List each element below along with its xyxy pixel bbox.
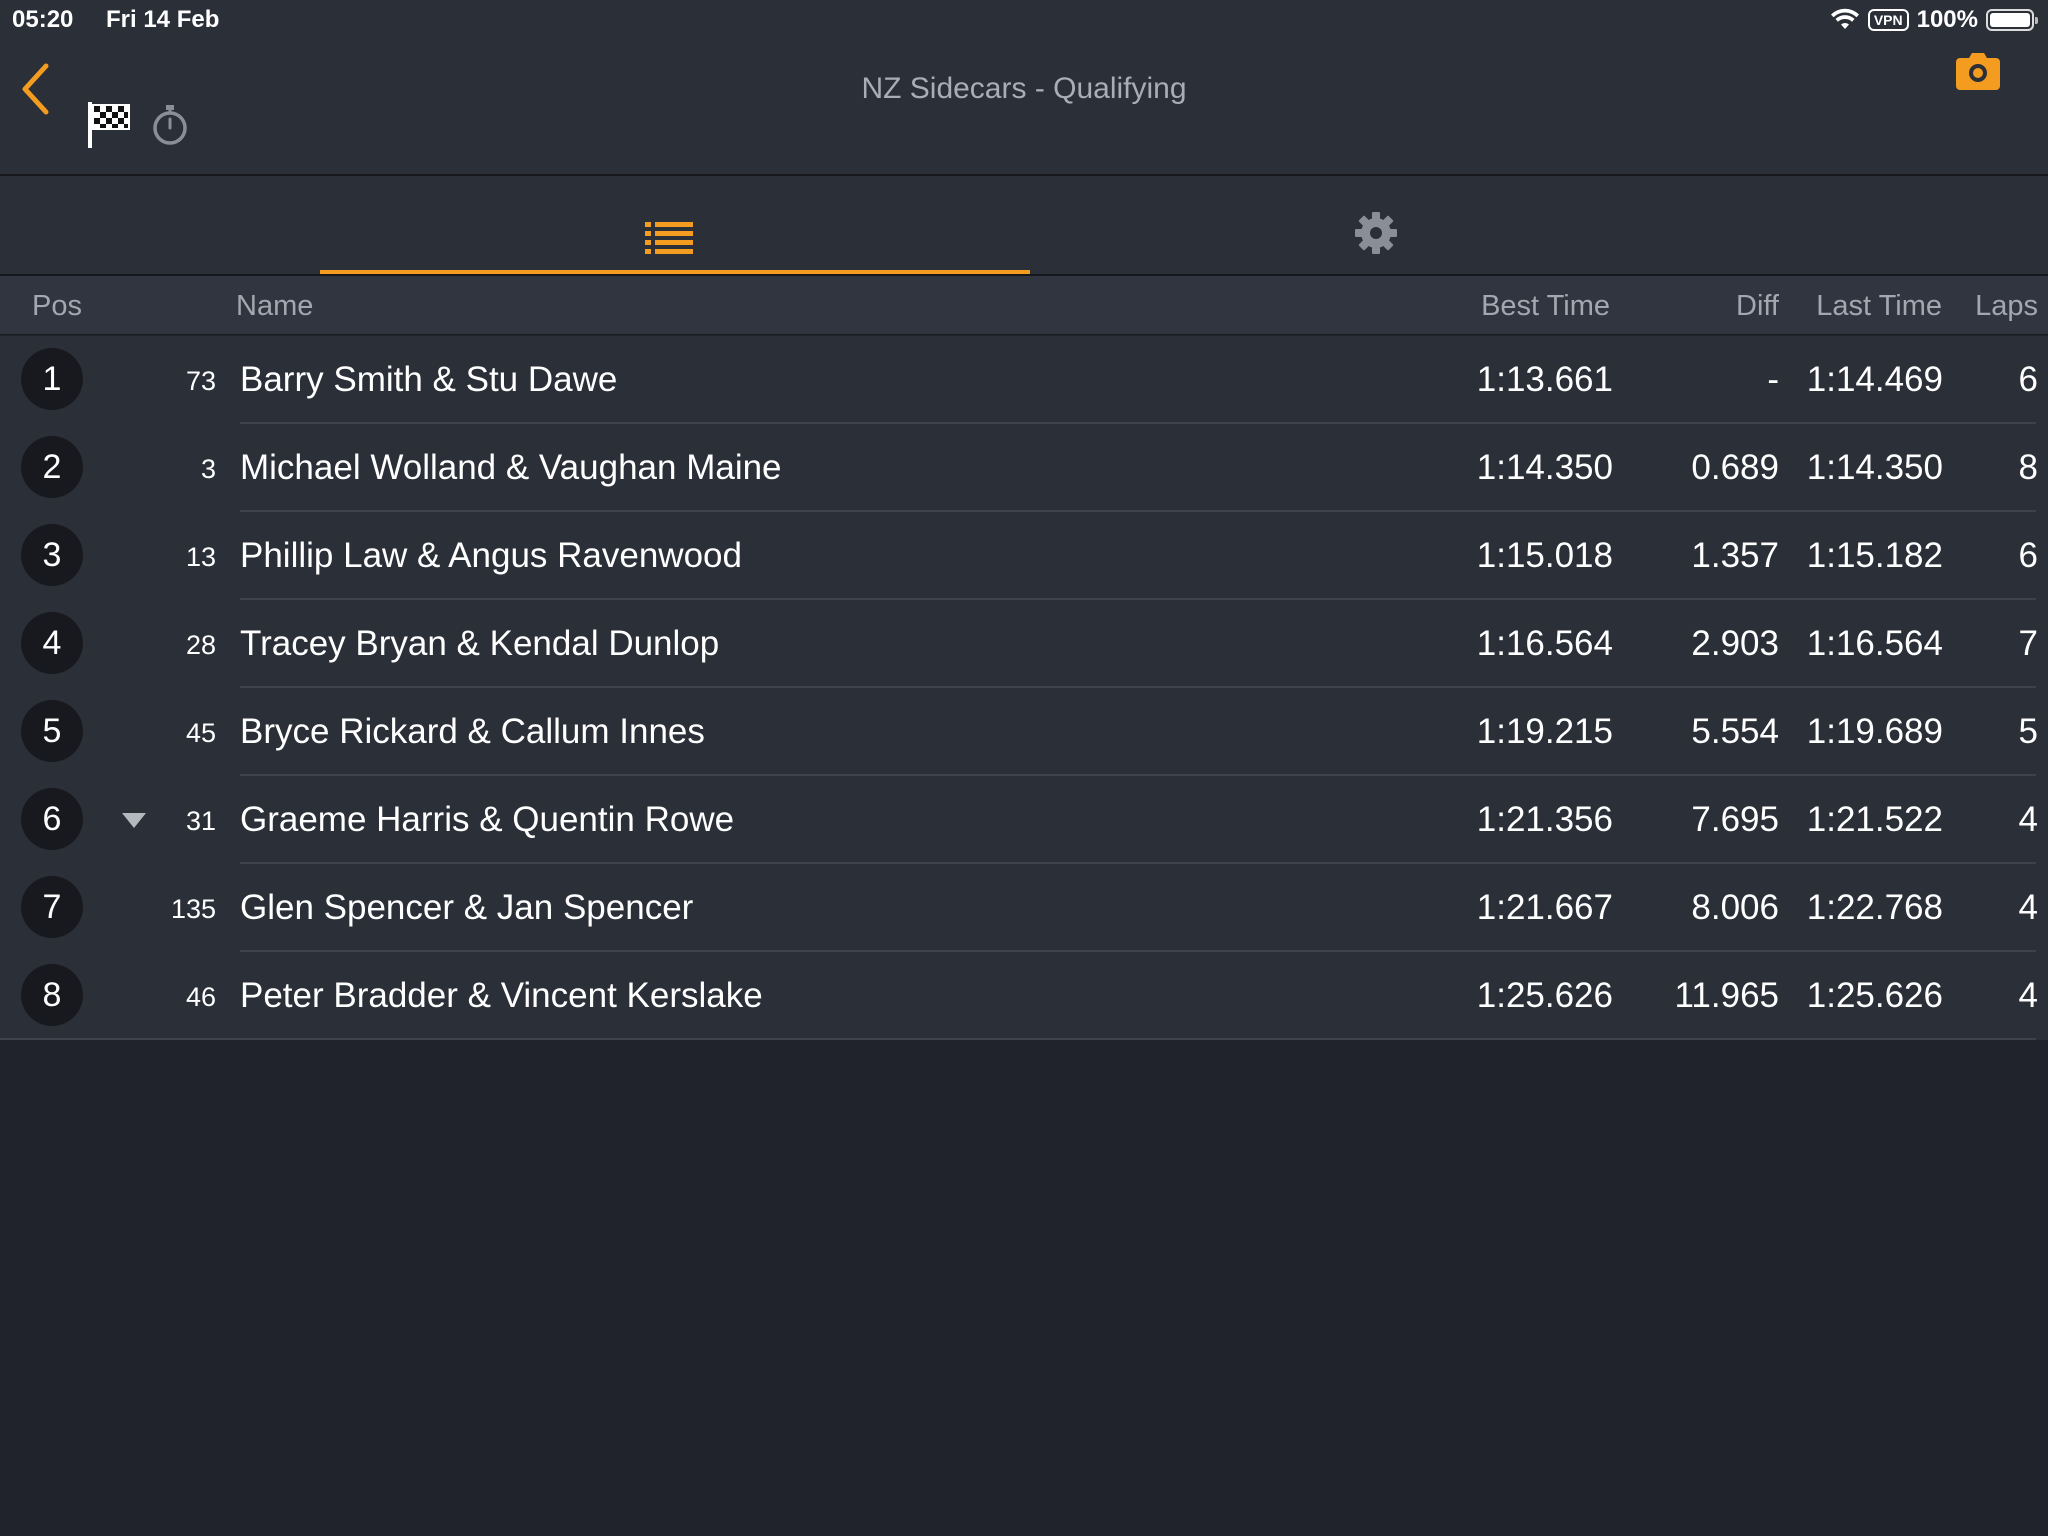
position-badge: 5	[21, 700, 83, 762]
table-header: Pos Name Best Time Diff Last Time Laps	[0, 276, 2048, 335]
stopwatch-icon	[153, 105, 187, 145]
diff: -	[1767, 360, 1779, 399]
driver-name: Tracey Bryan & Kendal Dunlop	[240, 624, 720, 663]
position-down-icon	[122, 813, 146, 828]
driver-name: Michael Wolland & Vaughan Maine	[240, 448, 782, 487]
header-last-time[interactable]: Last Time	[1816, 290, 1942, 323]
laps: 4	[2018, 888, 2038, 927]
driver-name: Graeme Harris & Quentin Rowe	[240, 800, 735, 839]
status-bar: 05:20 Fri 14 Feb VPN 100%	[0, 0, 2048, 40]
position-badge: 2	[21, 436, 83, 498]
diff: 5.554	[1691, 712, 1779, 751]
nav-bar: NZ Sidecars - Qualifying	[0, 40, 2048, 176]
best-time: 1:14.350	[1476, 448, 1613, 487]
battery-percent: 100%	[1916, 6, 1978, 33]
car-number: 73	[185, 366, 216, 396]
position-badge: 3	[21, 524, 83, 586]
best-time: 1:21.356	[1476, 800, 1613, 839]
car-number: 45	[185, 718, 216, 748]
laps: 5	[2018, 712, 2038, 751]
header-diff[interactable]: Diff	[1736, 290, 1779, 323]
gear-icon	[1355, 212, 1397, 254]
row-divider	[0, 1038, 2036, 1040]
best-time: 1:19.215	[1476, 712, 1613, 751]
status-indicators: VPN 100%	[1830, 4, 2038, 36]
tab-settings[interactable]	[1030, 176, 1730, 274]
last-time: 1:14.469	[1806, 360, 1943, 399]
driver-name: Barry Smith & Stu Dawe	[240, 360, 618, 399]
active-tab-indicator	[320, 270, 1030, 274]
table-row[interactable]: 1 73 Barry Smith & Stu Dawe 1:13.661 - 1…	[0, 336, 2048, 424]
camera-button[interactable]	[1954, 50, 2002, 97]
driver-name: Peter Bradder & Vincent Kerslake	[240, 976, 763, 1015]
checkered-flag-icon	[88, 102, 130, 148]
best-time: 1:21.667	[1476, 888, 1613, 927]
car-number: 28	[185, 630, 216, 660]
diff: 2.903	[1691, 624, 1779, 663]
header-best-time[interactable]: Best Time	[1481, 290, 1610, 323]
laps: 6	[2018, 536, 2038, 575]
battery-fill	[1990, 13, 2030, 27]
header-laps[interactable]: Laps	[1975, 290, 2038, 323]
last-time: 1:21.522	[1806, 800, 1943, 839]
car-number: 135	[170, 894, 216, 924]
driver-name: Bryce Rickard & Callum Innes	[240, 712, 705, 751]
status-time: 05:20	[12, 6, 74, 33]
best-time: 1:13.661	[1476, 360, 1613, 399]
header-name[interactable]: Name	[236, 290, 313, 323]
last-time: 1:15.182	[1806, 536, 1943, 575]
list-icon	[645, 222, 693, 254]
position-badge: 1	[21, 348, 83, 410]
car-number: 46	[185, 982, 216, 1012]
table-row[interactable]: 5 45 Bryce Rickard & Callum Innes 1:19.2…	[0, 688, 2048, 776]
wifi-icon	[1830, 8, 1859, 29]
car-number: 31	[185, 806, 216, 836]
camera-icon	[1956, 53, 2000, 90]
header-pos[interactable]: Pos	[32, 290, 82, 323]
position-badge: 8	[21, 964, 83, 1026]
last-time: 1:14.350	[1806, 448, 1943, 487]
best-time: 1:16.564	[1476, 624, 1613, 663]
best-time: 1:15.018	[1476, 536, 1613, 575]
last-time: 1:22.768	[1806, 888, 1943, 927]
page-title: NZ Sidecars - Qualifying	[861, 72, 1187, 105]
driver-name: Phillip Law & Angus Ravenwood	[240, 536, 742, 575]
table-row[interactable]: 2 3 Michael Wolland & Vaughan Maine 1:14…	[0, 424, 2048, 512]
car-number: 13	[185, 542, 216, 572]
table-row[interactable]: 4 28 Tracey Bryan & Kendal Dunlop 1:16.5…	[0, 600, 2048, 688]
battery-icon	[1986, 9, 2038, 31]
diff: 0.689	[1691, 448, 1779, 487]
table-row[interactable]: 7 135 Glen Spencer & Jan Spencer 1:21.66…	[0, 864, 2048, 952]
tab-list[interactable]	[320, 176, 1030, 274]
best-time: 1:25.626	[1476, 976, 1613, 1015]
last-time: 1:16.564	[1806, 624, 1943, 663]
laps: 7	[2018, 624, 2038, 663]
diff: 7.695	[1691, 800, 1779, 839]
table-row[interactable]: 3 13 Phillip Law & Angus Ravenwood 1:15.…	[0, 512, 2048, 600]
last-time: 1:25.626	[1806, 976, 1943, 1015]
car-number: 3	[200, 454, 216, 484]
position-badge: 7	[21, 876, 83, 938]
status-date: Fri 14 Feb	[106, 6, 220, 33]
table-row[interactable]: 8 46 Peter Bradder & Vincent Kerslake 1:…	[0, 952, 2048, 1040]
laps: 8	[2018, 448, 2038, 487]
laps: 4	[2018, 976, 2038, 1015]
position-badge: 4	[21, 612, 83, 674]
last-time: 1:19.689	[1806, 712, 1943, 751]
diff: 8.006	[1691, 888, 1779, 927]
diff: 1.357	[1691, 536, 1779, 575]
tab-bar	[0, 176, 2048, 276]
vpn-badge: VPN	[1867, 9, 1909, 31]
diff: 11.965	[1674, 976, 1779, 1015]
driver-name: Glen Spencer & Jan Spencer	[240, 888, 694, 927]
laps: 4	[2018, 800, 2038, 839]
table-row[interactable]: 6 31 Graeme Harris & Quentin Rowe 1:21.3…	[0, 776, 2048, 864]
laps: 6	[2018, 360, 2038, 399]
position-badge: 6	[21, 788, 83, 850]
